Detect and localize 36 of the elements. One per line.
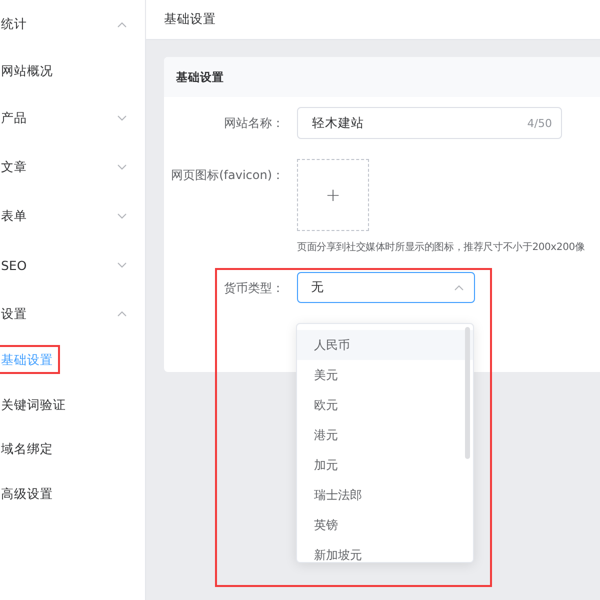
chevron-down-icon <box>117 115 127 121</box>
menu-item[interactable]: 高级设置 <box>0 472 145 516</box>
menu-group[interactable]: 表单 <box>0 192 145 240</box>
menu-item[interactable]: 关键词验证 <box>0 383 145 428</box>
menu-group[interactable]: 设置 <box>0 290 145 338</box>
chevron-down-icon <box>117 262 127 268</box>
currency-select[interactable]: 无 <box>297 272 475 303</box>
site-name-field[interactable]: 轻木建站 4/50 <box>297 107 562 139</box>
scrollbar[interactable] <box>465 327 470 459</box>
upload-button[interactable]: + <box>297 159 369 231</box>
chevron-down-icon <box>117 213 127 219</box>
card-title: 基础设置 <box>176 70 224 84</box>
chevron-up-icon <box>117 311 127 317</box>
dropdown-option[interactable]: 人民币 <box>297 330 473 360</box>
hint-text: 页面分享到社交媒体时所显示的图标，推荐尺寸不小于200x200像 <box>297 240 585 254</box>
menu-group[interactable]: SEO <box>0 240 145 290</box>
chevron-down-icon <box>117 164 127 170</box>
dropdown-option[interactable]: 英镑 <box>297 510 473 540</box>
chevron-up-icon <box>454 284 464 290</box>
menu-group[interactable]: 统计 <box>0 0 145 49</box>
dropdown-option[interactable]: 瑞士法郎 <box>297 480 473 510</box>
menu-item[interactable]: 网站概况 <box>0 49 145 94</box>
field-label: 网页图标(favicon)： <box>170 167 284 184</box>
dropdown-option[interactable]: 港元 <box>297 420 473 450</box>
field-label: 网站名称： <box>223 115 284 132</box>
page-title: 基础设置 <box>164 11 216 28</box>
dropdown-option[interactable]: 加元 <box>297 450 473 480</box>
menu-group[interactable]: 文章 <box>0 142 145 192</box>
menu-item[interactable]: 域名绑定 <box>0 428 145 472</box>
dropdown-option[interactable]: 新加坡元 <box>297 540 473 562</box>
dropdown-option[interactable]: 美元 <box>297 360 473 390</box>
highlight-frame <box>0 345 60 374</box>
dropdown-option[interactable]: 欧元 <box>297 390 473 420</box>
menu-group[interactable]: 产品 <box>0 94 145 142</box>
chevron-up-icon <box>117 22 127 28</box>
field-label: 货币类型： <box>223 280 284 297</box>
